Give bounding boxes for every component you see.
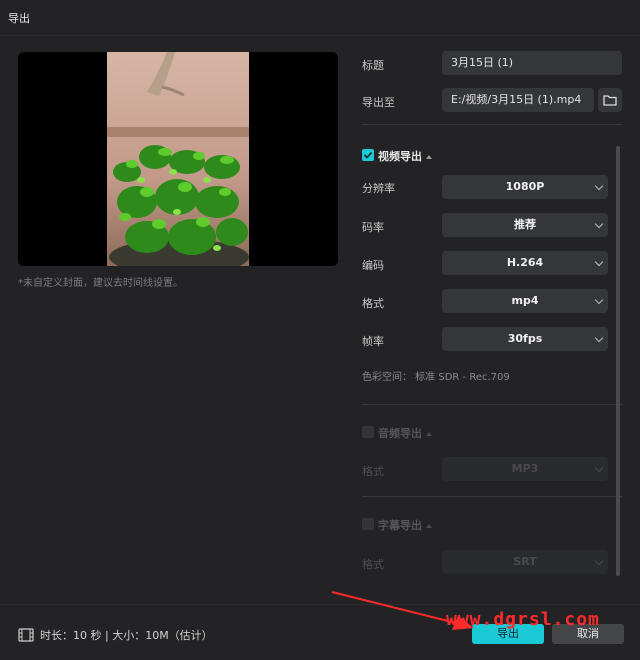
subtitle-format-label: 格式 bbox=[362, 558, 384, 571]
chevron-down-icon bbox=[594, 219, 604, 229]
audio-format-value: MP3 bbox=[511, 462, 539, 475]
audio-format-select[interactable]: MP3 bbox=[442, 457, 608, 481]
settings-scrollbar[interactable] bbox=[616, 146, 620, 576]
title-input[interactable]: 3月15日 (1) bbox=[442, 51, 622, 75]
export-estimate: 时长：10 秒 | 大小：10M（估计） bbox=[18, 627, 213, 643]
video-preview bbox=[18, 52, 338, 266]
cover-note: *未自定义封面，建议去时间线设置。 bbox=[18, 278, 183, 289]
collapse-caret-icon bbox=[426, 155, 432, 159]
subtitle-format-select[interactable]: SRT bbox=[442, 550, 608, 574]
chevron-down-icon bbox=[594, 257, 604, 267]
bitrate-label: 码率 bbox=[362, 221, 384, 234]
chevron-down-icon bbox=[594, 463, 604, 473]
resolution-value: 1080P bbox=[505, 180, 545, 193]
film-icon bbox=[18, 628, 34, 642]
chevron-down-icon bbox=[594, 181, 604, 191]
framerate-value: 30fps bbox=[507, 332, 543, 345]
color-space-info: 色彩空间： 标准 SDR - Rec.709 bbox=[362, 372, 510, 383]
framerate-label: 帧率 bbox=[362, 335, 384, 348]
resolution-select[interactable]: 1080P bbox=[442, 175, 608, 199]
title-label: 标题 bbox=[362, 59, 384, 72]
watermark-text: www.dgrsl.com bbox=[446, 609, 600, 630]
codec-label: 编码 bbox=[362, 259, 384, 272]
export-path-input[interactable]: E:/视频/3月15日 (1).mp4 bbox=[442, 88, 594, 112]
chevron-down-icon bbox=[594, 556, 604, 566]
divider bbox=[362, 496, 622, 497]
resolution-label: 分辨率 bbox=[362, 182, 395, 195]
framerate-select[interactable]: 30fps bbox=[442, 327, 608, 351]
collapse-caret-icon bbox=[426, 524, 432, 528]
codec-value: H.264 bbox=[506, 256, 544, 269]
preview-frame-image bbox=[107, 52, 249, 266]
folder-icon bbox=[603, 95, 617, 106]
subtitle-format-value: SRT bbox=[513, 555, 537, 568]
export-to-label: 导出至 bbox=[362, 96, 395, 109]
format-value: mp4 bbox=[511, 294, 539, 307]
audio-export-title[interactable]: 音频导出 bbox=[378, 425, 432, 441]
subtitle-export-title[interactable]: 字幕导出 bbox=[378, 517, 432, 533]
audio-format-label: 格式 bbox=[362, 465, 384, 478]
checkmark-icon bbox=[363, 151, 373, 159]
subtitle-export-checkbox[interactable] bbox=[362, 518, 374, 530]
collapse-caret-icon bbox=[426, 432, 432, 436]
audio-export-checkbox[interactable] bbox=[362, 426, 374, 438]
codec-select[interactable]: H.264 bbox=[442, 251, 608, 275]
export-settings-panel: 标题 3月15日 (1) 导出至 E:/视频/3月15日 (1).mp4 视频导… bbox=[362, 0, 622, 600]
divider bbox=[362, 404, 622, 405]
video-export-checkbox[interactable] bbox=[362, 149, 374, 161]
export-estimate-text: 时长：10 秒 | 大小：10M（估计） bbox=[40, 629, 213, 642]
audio-export-title-text: 音频导出 bbox=[378, 427, 422, 440]
browse-folder-button[interactable] bbox=[598, 88, 622, 112]
subtitle-export-title-text: 字幕导出 bbox=[378, 519, 422, 532]
divider bbox=[362, 124, 622, 125]
bitrate-select[interactable]: 推荐 bbox=[442, 213, 608, 237]
bitrate-value: 推荐 bbox=[514, 218, 536, 231]
video-export-title[interactable]: 视频导出 bbox=[378, 148, 432, 164]
chevron-down-icon bbox=[594, 295, 604, 305]
video-export-title-text: 视频导出 bbox=[378, 150, 422, 163]
format-label: 格式 bbox=[362, 297, 384, 310]
chevron-down-icon bbox=[594, 333, 604, 343]
window-title: 导出 bbox=[8, 12, 30, 25]
format-select[interactable]: mp4 bbox=[442, 289, 608, 313]
